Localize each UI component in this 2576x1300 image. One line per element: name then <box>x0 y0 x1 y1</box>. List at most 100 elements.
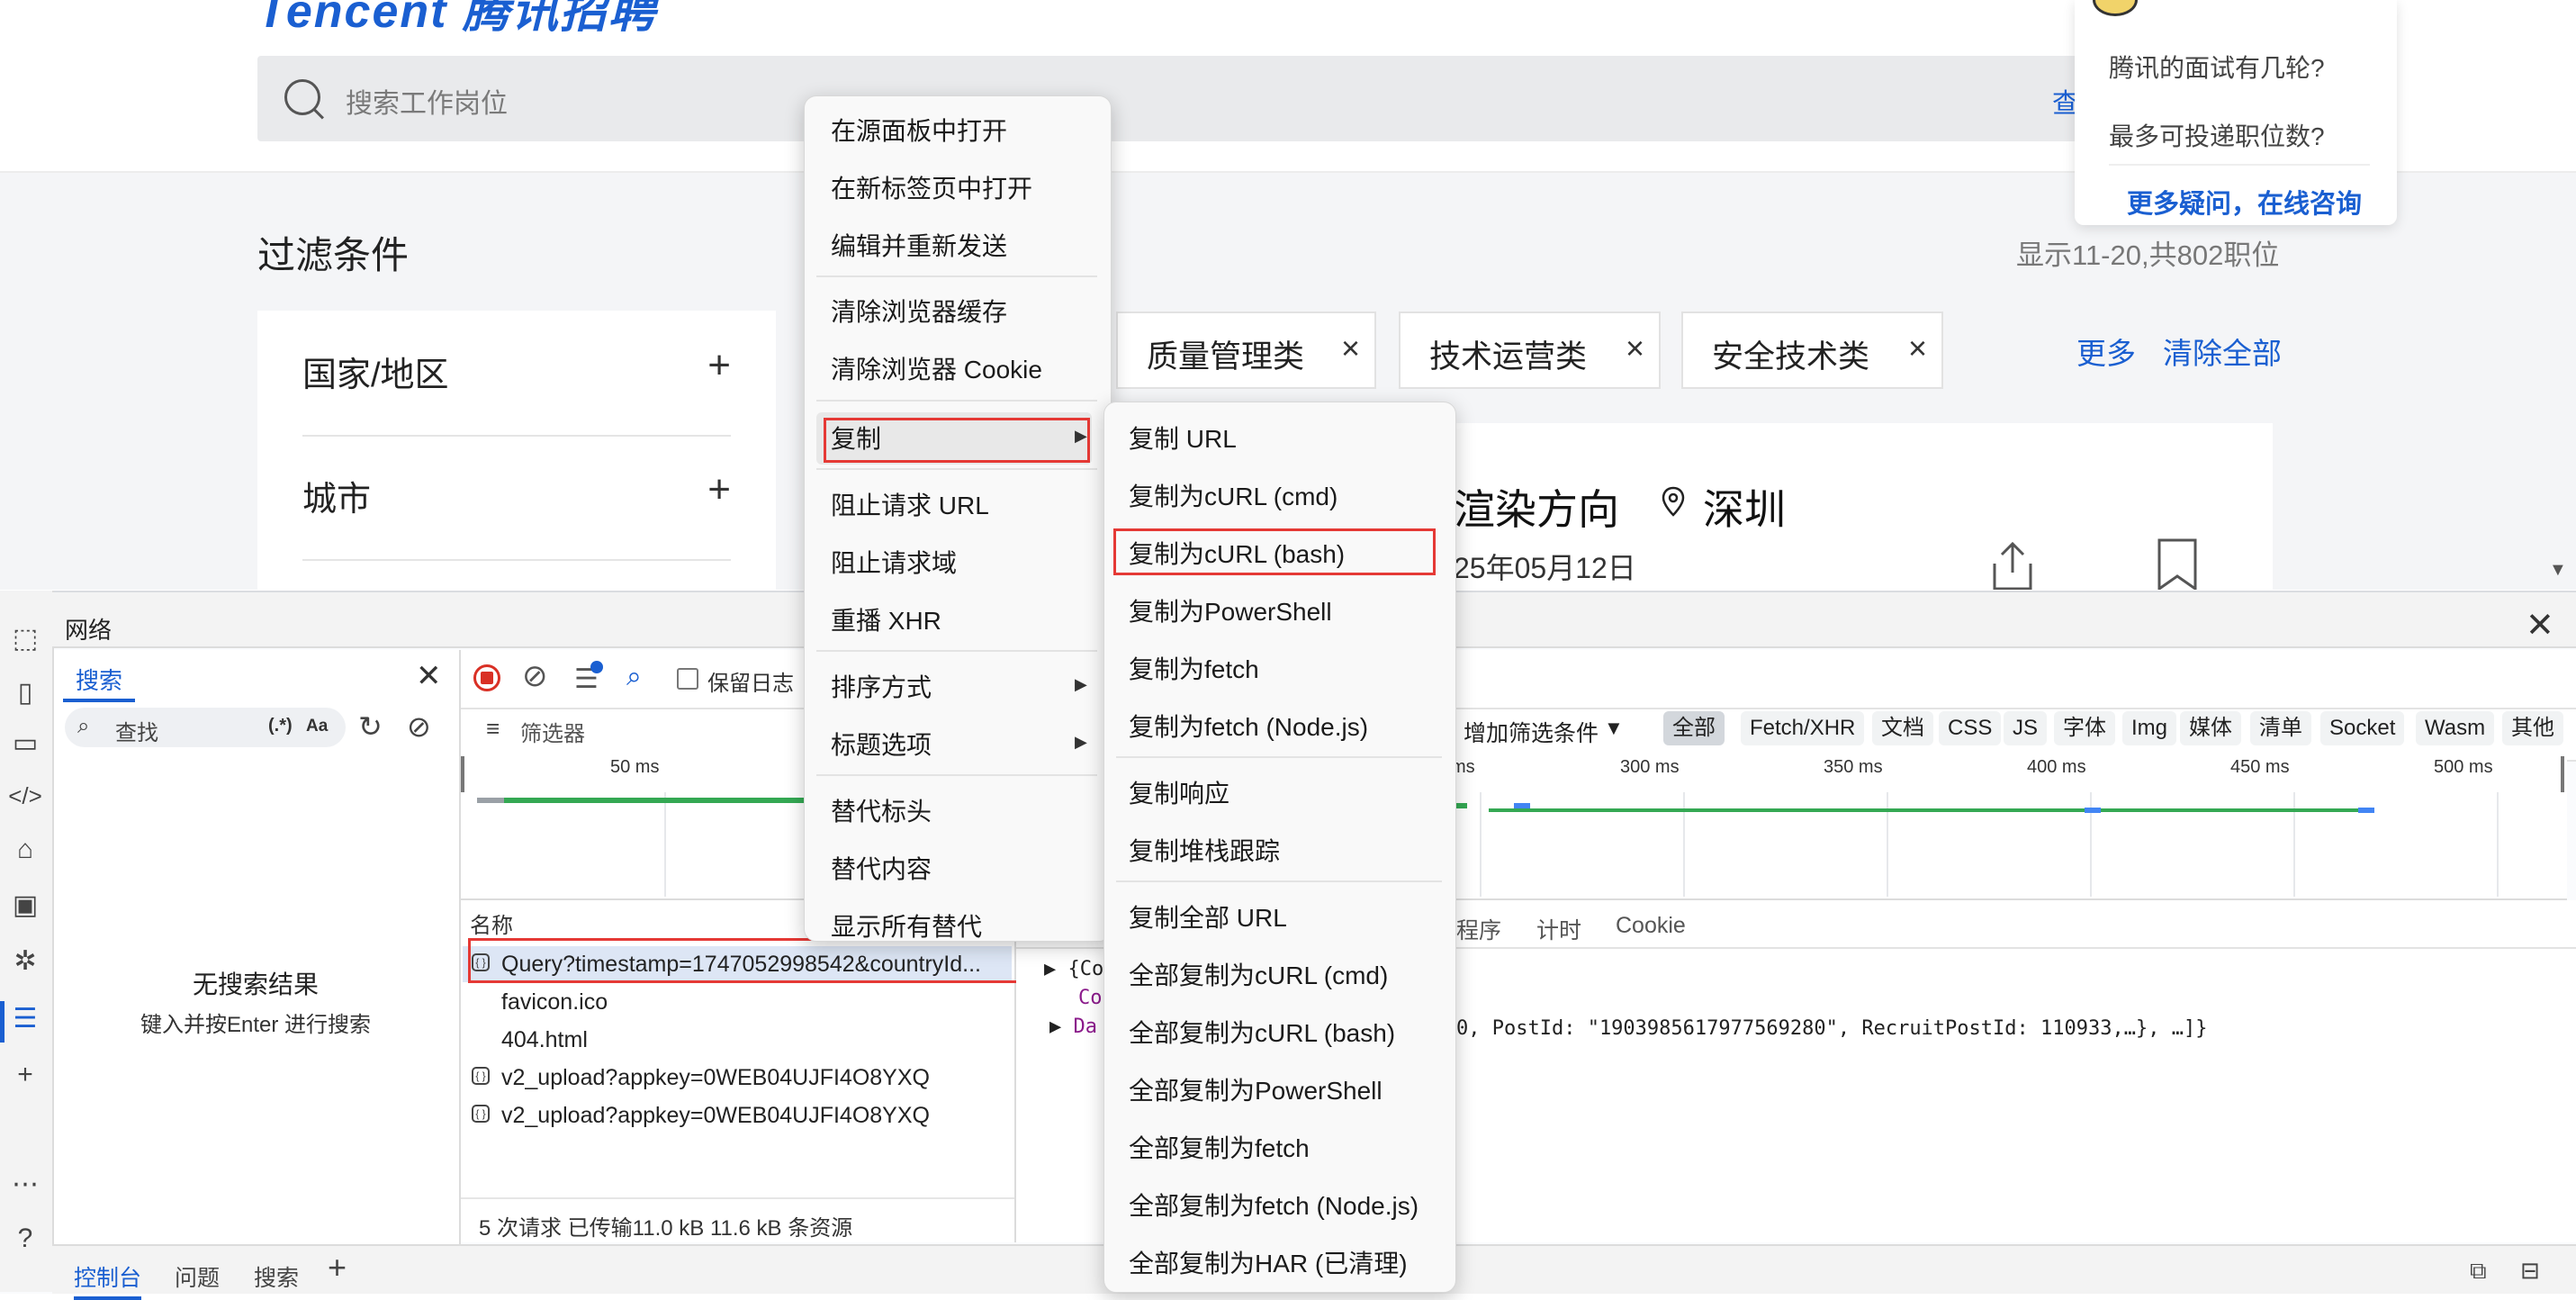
clear-log-icon[interactable]: ⊘ <box>522 661 548 691</box>
type-filter-fetch-xhr[interactable]: Fetch/XHR <box>1741 711 1865 745</box>
type-filter-css[interactable]: CSS <box>1939 711 2002 745</box>
menu-item-copy-all-powershell[interactable]: 全部复制为PowerShell <box>1129 1071 1383 1107</box>
refresh-icon[interactable]: ↻ <box>358 709 383 744</box>
record-stop-button[interactable] <box>473 664 500 691</box>
collapse-drawer-icon[interactable]: ⊟ <box>2520 1257 2540 1285</box>
add-filter-dropdown[interactable]: 增加筛选条件 <box>1464 716 1599 748</box>
menu-item-block-url[interactable]: 阻止请求 URL <box>831 486 989 522</box>
menu-item-sort-by[interactable]: 排序方式 <box>831 668 932 704</box>
close-icon[interactable]: ✕ <box>2526 609 2554 643</box>
menu-item-edit-and-resend[interactable]: 编辑并重新发送 <box>831 227 1007 263</box>
table-row[interactable]: { } v2_upload?appkey=0WEB04UJFI4O8YXQ <box>463 1097 1012 1133</box>
type-filter-all[interactable]: 全部 <box>1663 711 1725 745</box>
network-wifi-icon[interactable]: ☰ <box>7 1001 43 1037</box>
tab-cookies[interactable]: Cookie <box>1616 913 1686 939</box>
help-question[interactable]: 腾讯的面试有几轮? <box>2109 49 2325 85</box>
tab-console[interactable]: 控制台 <box>74 1260 142 1300</box>
console-icon[interactable]: ▣ <box>7 888 43 924</box>
menu-item-copy-curl-cmd[interactable]: 复制为cURL (cmd) <box>1129 477 1338 513</box>
chevron-down-icon[interactable]: ▼ <box>1604 717 1624 740</box>
menu-item-clear-cookies[interactable]: 清除浏览器 Cookie <box>831 350 1042 386</box>
add-tab-plus-icon[interactable]: + <box>328 1251 347 1284</box>
type-filter-media[interactable]: 媒体 <box>2180 711 2241 745</box>
table-row[interactable]: 404.html <box>463 1022 1012 1058</box>
menu-item-clear-cache[interactable]: 清除浏览器缓存 <box>831 293 1007 329</box>
menu-item-override-content[interactable]: 替代内容 <box>831 850 932 886</box>
help-icon[interactable]: ? <box>7 1221 43 1257</box>
welcome-icon[interactable]: ▭ <box>7 726 43 762</box>
more-tools-plus-icon[interactable]: + <box>7 1057 43 1093</box>
response-json-line[interactable]: ▶ Da <box>1049 1016 1097 1038</box>
preserve-log-checkbox[interactable] <box>677 668 698 690</box>
help-question[interactable]: 最多可投递职位数? <box>2109 117 2325 153</box>
timeline-handle-left[interactable] <box>461 756 464 792</box>
menu-item-copy-stack-trace[interactable]: 复制堆栈跟踪 <box>1129 832 1280 868</box>
table-row[interactable]: { } v2_upload?appkey=0WEB04UJFI4O8YXQ <box>463 1060 1012 1096</box>
expand-plus-icon[interactable]: + <box>707 343 731 388</box>
menu-item-copy-fetch-nodejs[interactable]: 复制为fetch (Node.js) <box>1129 708 1368 744</box>
menu-item-open-in-new-tab[interactable]: 在新标签页中打开 <box>831 169 1032 205</box>
more-options-icon[interactable]: ⋯ <box>7 1167 43 1203</box>
bookmark-icon[interactable] <box>2154 537 2201 590</box>
debugger-bug-icon[interactable]: ✲ <box>7 943 43 980</box>
share-icon[interactable] <box>1986 540 2040 590</box>
dock-side-icon[interactable]: ⧉ <box>2470 1257 2487 1286</box>
type-filter-wasm[interactable]: Wasm <box>2416 711 2495 745</box>
job-search-input[interactable]: 搜索工作岗位 <box>257 56 2085 141</box>
table-row[interactable]: favicon.ico <box>463 984 1012 1020</box>
search-input[interactable] <box>65 708 346 747</box>
scroll-down-arrow-icon[interactable]: ▼ <box>2549 560 2567 581</box>
close-icon[interactable]: ✕ <box>416 661 442 691</box>
filter-input[interactable]: 筛选器 <box>520 716 585 747</box>
online-consult-link[interactable]: 更多疑问，在线咨询 <box>2127 183 2362 221</box>
expand-plus-icon[interactable]: + <box>707 467 731 512</box>
elements-icon[interactable]: </> <box>7 778 43 814</box>
tab-initiator[interactable]: 程序 <box>1456 913 1501 945</box>
menu-item-show-all-overrides[interactable]: 显示所有替代 <box>831 907 982 943</box>
type-filter-img[interactable]: Img <box>2122 711 2177 745</box>
filter-country[interactable]: 国家/地区 + <box>302 311 731 437</box>
menu-item-copy-all-curl-cmd[interactable]: 全部复制为cURL (cmd) <box>1129 956 1388 992</box>
clear-all-link[interactable]: 清除全部 <box>2163 330 2282 373</box>
device-emulation-icon[interactable]: ▯ <box>7 675 43 711</box>
site-logo[interactable]: Tencent 腾讯招聘 <box>257 0 657 41</box>
more-filters-link[interactable]: 更多 <box>2076 330 2136 373</box>
expand-arrow-icon[interactable]: ▶ <box>1044 958 1068 980</box>
column-header-name[interactable]: 名称 <box>470 907 513 939</box>
tab-issues[interactable]: 问题 <box>175 1260 220 1293</box>
tab-search-drawer[interactable]: 搜索 <box>254 1260 299 1293</box>
menu-item-copy-fetch[interactable]: 复制为fetch <box>1129 650 1259 686</box>
menu-item-copy-powershell[interactable]: 复制为PowerShell <box>1129 592 1332 628</box>
type-filter-js[interactable]: JS <box>2004 711 2048 745</box>
menu-item-copy-response[interactable]: 复制响应 <box>1129 774 1229 810</box>
match-case-button[interactable]: Aa <box>306 717 328 736</box>
remove-tag-icon[interactable]: × <box>1908 330 1927 367</box>
tab-search[interactable]: 搜索 <box>63 663 135 702</box>
regex-toggle-button[interactable]: (.*) <box>268 716 293 736</box>
timeline-handle-right[interactable] <box>2561 756 2564 792</box>
type-filter-socket[interactable]: Socket <box>2320 711 2405 745</box>
type-filter-manifest[interactable]: 清单 <box>2250 711 2311 745</box>
menu-item-copy-all-fetch[interactable]: 全部复制为fetch <box>1129 1129 1310 1165</box>
menu-item-copy-all-curl-bash[interactable]: 全部复制为cURL (bash) <box>1129 1014 1395 1050</box>
menu-item-copy-url[interactable]: 复制 URL <box>1129 420 1237 456</box>
menu-item-open-in-sources[interactable]: 在源面板中打开 <box>831 112 1007 148</box>
menu-item-header-options[interactable]: 标题选项 <box>831 726 932 762</box>
inspect-icon[interactable]: ⬚ <box>7 621 43 657</box>
job-title[interactable]: 渲染方向 <box>1454 477 1619 537</box>
menu-item-replay-xhr[interactable]: 重播 XHR <box>831 601 941 637</box>
remove-tag-icon[interactable]: × <box>1626 330 1644 367</box>
menu-item-override-headers[interactable]: 替代标头 <box>831 792 932 828</box>
menu-item-block-domain[interactable]: 阻止请求域 <box>831 544 957 580</box>
type-filter-doc[interactable]: 文档 <box>1872 711 1933 745</box>
expand-arrow-icon[interactable]: ▶ <box>1049 1016 1074 1038</box>
remove-tag-icon[interactable]: × <box>1341 330 1360 367</box>
filter-city[interactable]: 城市 + <box>302 435 731 561</box>
search-icon[interactable]: ⌕ <box>626 662 642 692</box>
menu-item-copy-all-fetch-nodejs[interactable]: 全部复制为fetch (Node.js) <box>1129 1187 1419 1223</box>
type-filter-other[interactable]: 其他 <box>2502 711 2563 745</box>
home-icon[interactable]: ⌂ <box>7 832 43 868</box>
menu-item-copy-all-har[interactable]: 全部复制为HAR (已清理) <box>1129 1244 1408 1280</box>
menu-item-copy-all-urls[interactable]: 复制全部 URL <box>1129 898 1287 934</box>
clear-icon[interactable]: ⊘ <box>407 709 431 744</box>
